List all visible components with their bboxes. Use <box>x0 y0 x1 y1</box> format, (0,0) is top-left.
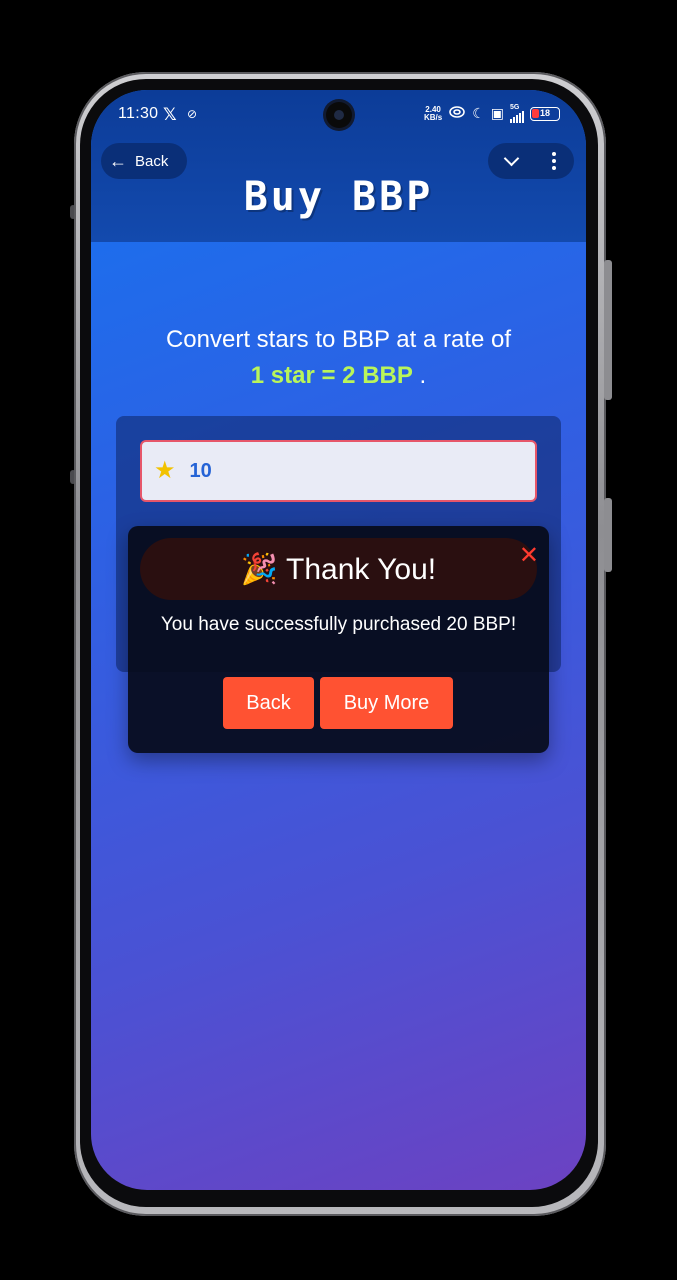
x-app-icon: 𝕏 <box>163 105 177 124</box>
status-time: 11:30 <box>118 105 159 122</box>
front-camera <box>326 102 352 128</box>
back-arrow-icon: ← <box>109 151 127 171</box>
chevron-down-icon[interactable] <box>503 150 520 167</box>
modal-title: 🎉 Thank You! <box>240 553 437 586</box>
network-type: 5G <box>510 104 520 111</box>
hotspot-icon <box>448 105 466 122</box>
battery-level: 18 <box>539 107 550 118</box>
app-header: 11:30 𝕏 ⊘ 2.40 KB/s ☾ ▣ 5G 18 ← Back Buy… <box>91 90 586 242</box>
conversion-rate: 1 star = 2 BBP <box>250 362 413 389</box>
app-screen: 11:30 𝕏 ⊘ 2.40 KB/s ☾ ▣ 5G 18 ← Back Buy… <box>91 90 586 1190</box>
conversion-rate-line: 1 star = 2 BBP . <box>91 358 586 394</box>
battery-icon: 18 <box>530 106 560 121</box>
thank-you-modal: 🎉 Thank You! ✕ You have successfully pur… <box>128 526 549 753</box>
link-icon: ⊘ <box>187 107 198 121</box>
conversion-text: Convert stars to BBP at a rate of <box>165 326 512 353</box>
cellular-signal: 5G <box>510 104 524 123</box>
volume-button <box>604 260 612 400</box>
rate-suffix: . <box>412 362 427 389</box>
star-icon: ★ <box>154 457 176 484</box>
conversion-info: Convert stars to BBP at a rate of 1 star… <box>91 322 586 394</box>
modal-back-button[interactable]: Back <box>223 677 314 729</box>
modal-message: You have successfully purchased 20 BBP! <box>160 614 517 635</box>
more-menu-icon[interactable] <box>552 152 557 170</box>
header-back-label: Back <box>135 152 169 170</box>
power-button <box>604 498 612 572</box>
buy-more-button[interactable]: Buy More <box>320 677 453 729</box>
page-title: Buy BBP <box>243 174 434 220</box>
stars-amount-input[interactable]: ★ 10 <box>140 440 537 502</box>
volte-icon: ▣ <box>490 105 504 121</box>
close-icon[interactable]: ✕ <box>519 544 539 568</box>
stars-amount-value: 10 <box>189 459 212 482</box>
network-speed: 2.40 KB/s <box>423 104 443 122</box>
do-not-disturb-icon: ☾ <box>472 105 485 121</box>
status-icons: 2.40 KB/s ☾ ▣ 5G 18 <box>424 104 560 123</box>
signal-bars-icon <box>510 111 524 123</box>
